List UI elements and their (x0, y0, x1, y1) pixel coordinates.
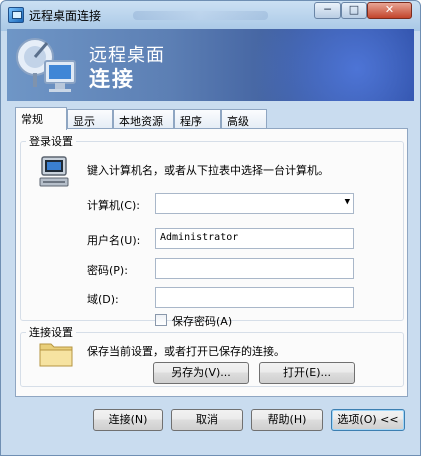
tab-programs[interactable]: 程序 (174, 109, 221, 129)
password-label: 密码(P): (87, 264, 128, 277)
username-label: 用户名(U): (87, 234, 141, 247)
open-button[interactable]: 打开(E)... (259, 362, 355, 384)
username-input[interactable]: Administrator (155, 228, 354, 249)
tab-local-resources[interactable]: 本地资源 (113, 109, 174, 129)
remote-desktop-icon (8, 7, 24, 23)
tab-display[interactable]: 显示 (67, 109, 113, 129)
logon-settings-title: 登录设置 (26, 133, 76, 149)
connection-description: 保存当前设置，或者打开已保存的连接。 (87, 345, 285, 358)
tab-advanced[interactable]: 高级 (221, 109, 267, 129)
options-button[interactable]: 选项(O) << (331, 409, 405, 431)
tab-general[interactable]: 常规 (15, 107, 67, 130)
connection-settings-group: 连接设置 保存当前设置，或者打开已保存的连接。 另存为(V)... 打开(E).… (20, 324, 404, 387)
help-button[interactable]: 帮助(H) (251, 409, 323, 431)
save-password-checkbox[interactable] (155, 314, 167, 326)
computer-combobox[interactable]: ▼ (155, 193, 354, 214)
save-as-button[interactable]: 另存为(V)... (153, 362, 249, 384)
banner-title-line2: 连接 (89, 67, 135, 91)
minimize-button[interactable]: ─ (314, 2, 341, 19)
close-button[interactable]: ✕ (367, 2, 412, 19)
window-title: 远程桌面连接 (29, 9, 102, 23)
computer-label: 计算机(C): (87, 199, 140, 212)
header-banner: 远程桌面 连接 (7, 29, 414, 101)
cancel-button[interactable]: 取消 (171, 409, 243, 431)
logon-instruction: 键入计算机名，或者从下拉表中选择一台计算机。 (87, 164, 329, 177)
folder-icon (39, 343, 73, 367)
title-bar[interactable]: 远程桌面连接 ─ □ ✕ (1, 1, 420, 29)
username-value: Administrator (160, 232, 239, 243)
remote-desktop-window: 远程桌面连接 ─ □ ✕ 远程桌面 连接 常规 显示 本地资源 程序 高级 登录… (0, 0, 421, 456)
blurred-title-region (133, 11, 268, 20)
domain-input[interactable] (155, 287, 354, 308)
connection-settings-title: 连接设置 (26, 324, 76, 340)
save-password-label[interactable]: 保存密码(A) (172, 313, 232, 329)
chevron-down-icon[interactable]: ▼ (345, 197, 350, 207)
computer-icon (39, 156, 69, 187)
logon-settings-group: 登录设置 键入计算机名，或者从下拉表中选择一台计算机。 计算机(C): ▼ 用户… (20, 133, 404, 328)
remote-desktop-satellite-icon (16, 38, 76, 92)
connect-button[interactable]: 连接(N) (93, 409, 163, 431)
banner-glow (227, 29, 414, 101)
domain-label: 域(D): (87, 293, 119, 306)
maximize-button[interactable]: □ (341, 2, 367, 19)
password-input[interactable] (155, 258, 354, 279)
tab-panel-general: 登录设置 键入计算机名，或者从下拉表中选择一台计算机。 计算机(C): ▼ 用户… (15, 128, 408, 397)
